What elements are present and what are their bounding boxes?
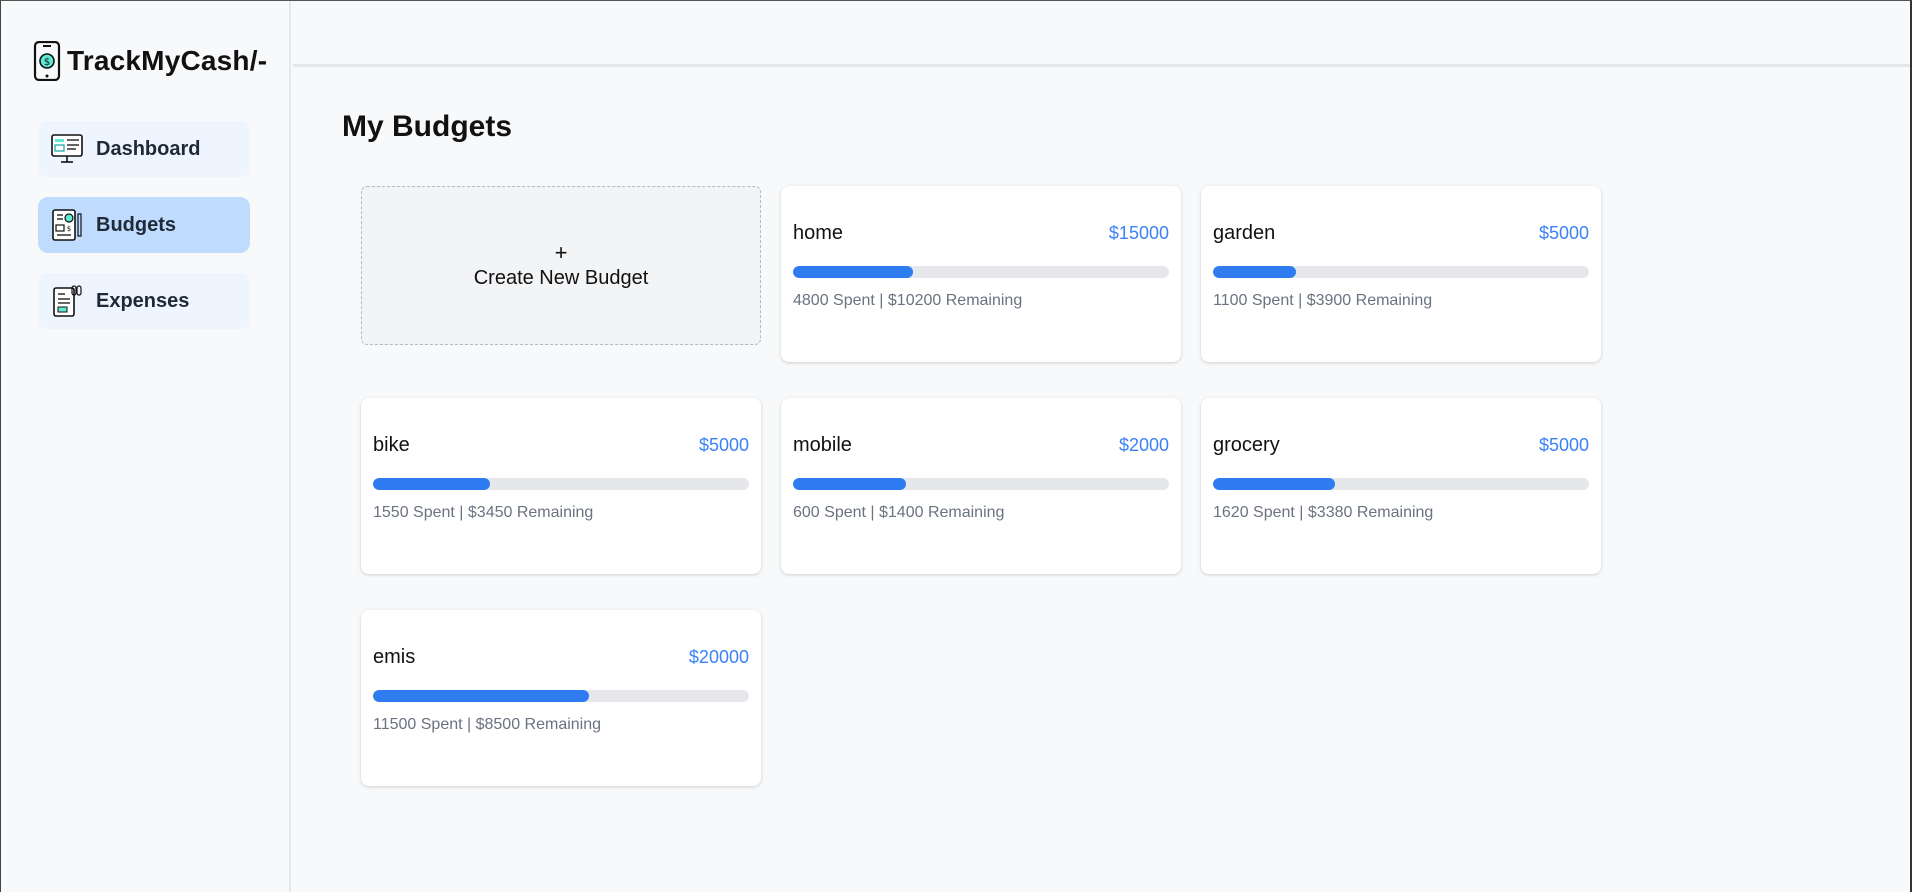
budget-name: home: [793, 222, 844, 244]
expenses-icon: [53, 285, 82, 317]
budget-progress-track: [793, 266, 1169, 278]
create-budget-label: Create New Budget: [473, 267, 649, 289]
budget-spent-info: 1550 Spent | $3450 Remaining: [373, 504, 594, 521]
budget-spent-info: 1620 Spent | $3380 Remaining: [1213, 504, 1434, 521]
budget-progress-track: [1213, 266, 1589, 278]
budget-card-header: bike $5000: [373, 434, 749, 457]
budget-amount: $5000: [1538, 223, 1589, 243]
budget-spent-info: 600 Spent | $1400 Remaining: [793, 504, 1005, 521]
budget-progress-fill: [1213, 266, 1296, 278]
svg-text:$: $: [67, 225, 71, 233]
budget-name: grocery: [1213, 434, 1280, 456]
budget-progress-fill: [373, 690, 590, 702]
app-logo[interactable]: $ TrackMyCash/-: [33, 41, 267, 81]
budget-card-header: grocery $5000: [1213, 434, 1589, 457]
budget-card-emis[interactable]: emis $20000 11500 Spent | $8500 Remainin…: [361, 610, 761, 786]
budget-icon: $: [52, 209, 82, 241]
budget-progress-track: [1213, 478, 1589, 490]
sidebar-item-dashboard[interactable]: Dashboard: [38, 121, 250, 177]
budget-card-grocery[interactable]: grocery $5000 1620 Spent | $3380 Remaini…: [1201, 398, 1601, 574]
budget-progress-track: [373, 690, 749, 702]
svg-text:$: $: [44, 57, 50, 68]
budget-card-home[interactable]: home $15000 4800 Spent | $10200 Remainin…: [781, 186, 1181, 362]
budget-amount: $20000: [688, 647, 749, 667]
budget-card-garden[interactable]: garden $5000 1100 Spent | $3900 Remainin…: [1201, 186, 1601, 362]
budget-card-header: garden $5000: [1213, 222, 1589, 245]
budget-progress-track: [373, 478, 749, 490]
phone-dollar-icon: $: [33, 41, 61, 81]
sidebar-item-label: Dashboard: [96, 137, 201, 160]
budget-amount: $5000: [1538, 435, 1589, 455]
budget-spent-info: 1100 Spent | $3900 Remaining: [1213, 292, 1433, 309]
sidebar-item-label: Budgets: [96, 213, 176, 236]
budget-card-header: mobile $2000: [793, 434, 1169, 457]
budget-amount: $15000: [1108, 223, 1169, 243]
budget-amount: $5000: [698, 435, 749, 455]
top-header: [293, 1, 1910, 67]
budget-card-bike[interactable]: bike $5000 1550 Spent | $3450 Remaining: [361, 398, 761, 574]
budget-progress-fill: [373, 478, 490, 490]
page-title: My Budgets: [342, 110, 513, 143]
budget-progress-fill: [1213, 478, 1335, 490]
dashboard-icon: [51, 134, 83, 163]
sidebar-item-label: Expenses: [96, 289, 190, 312]
budget-card-header: emis $20000: [373, 646, 749, 669]
sidebar-item-budgets[interactable]: $ Budgets: [38, 197, 250, 253]
budget-progress-track: [793, 478, 1169, 490]
budget-amount: $2000: [1118, 435, 1169, 455]
sidebar: $ TrackMyCash/- Dashboard $ Budgets Expe…: [1, 1, 291, 892]
create-budget-button[interactable]: + Create New Budget: [361, 186, 761, 345]
budget-name: bike: [373, 434, 410, 456]
budget-name: garden: [1213, 222, 1276, 244]
budget-name: mobile: [793, 434, 852, 456]
budget-progress-fill: [793, 266, 914, 278]
budget-name: emis: [373, 646, 416, 668]
app-name: TrackMyCash/-: [67, 45, 268, 76]
budget-spent-info: 11500 Spent | $8500 Remaining: [373, 716, 602, 733]
budget-progress-fill: [793, 478, 906, 490]
budget-card-mobile[interactable]: mobile $2000 600 Spent | $1400 Remaining: [781, 398, 1181, 574]
budget-card-header: home $15000: [793, 222, 1169, 245]
sidebar-item-expenses[interactable]: Expenses: [38, 273, 250, 329]
budget-spent-info: 4800 Spent | $10200 Remaining: [793, 292, 1023, 309]
plus-icon: +: [554, 240, 568, 265]
